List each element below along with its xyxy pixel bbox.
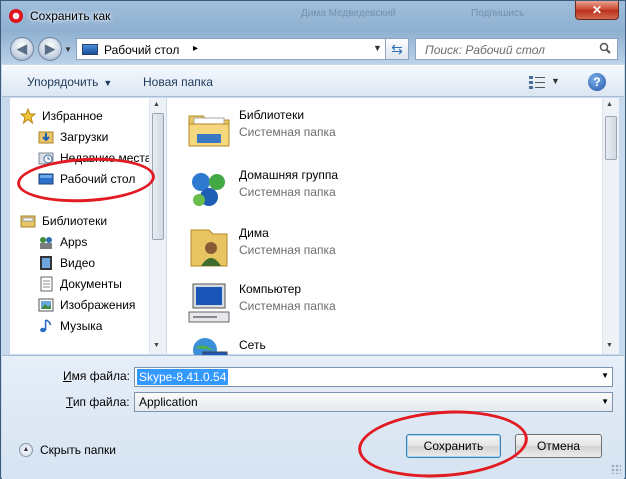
file-list-scrollbar[interactable]: ▲ ▼ — [602, 98, 619, 354]
video-icon — [40, 256, 52, 270]
back-button[interactable]: ◀ — [10, 37, 34, 61]
pictures-icon — [38, 298, 54, 312]
sidebar-item-label: Видео — [60, 256, 96, 270]
item-type: Системная папка — [239, 243, 336, 257]
sidebar-item-label: Изображения — [60, 298, 136, 312]
filename-value[interactable]: Skype-8.41.0.54 — [137, 369, 229, 385]
sidebar-item-label: Документы — [60, 277, 122, 291]
search-input[interactable]: Поиск: Рабочий стол — [425, 43, 545, 57]
address-location[interactable]: Рабочий стол — [104, 43, 179, 57]
chevron-down-icon[interactable]: ▼ — [601, 371, 609, 380]
scroll-up-icon[interactable]: ▲ — [153, 101, 160, 108]
apps-icon — [40, 237, 52, 249]
organize-menu[interactable]: Упорядочить ▼ — [27, 75, 112, 89]
background-title-1: Дима Медведевский — [301, 8, 396, 19]
search-box[interactable]: Поиск: Рабочий стол — [415, 38, 618, 60]
search-icon — [599, 42, 611, 54]
scroll-up-icon[interactable]: ▲ — [606, 101, 613, 108]
item-type: Системная папка — [239, 185, 336, 199]
item-name: Дима — [239, 226, 269, 240]
sidebar-item-label: Недавние места — [60, 151, 152, 165]
chevron-down-icon: ▼ — [103, 78, 113, 88]
opera-logo-icon — [9, 9, 23, 23]
filename-label: Имя файла: — [63, 369, 130, 383]
sidebar-item-label: Загрузки — [60, 130, 109, 144]
scroll-down-icon[interactable]: ▼ — [606, 342, 613, 349]
desktop-icon — [82, 44, 98, 55]
item-name: Сеть — [239, 338, 266, 352]
sidebar-scroll-thumb[interactable] — [152, 113, 164, 240]
close-button[interactable]: ✕ — [575, 1, 619, 20]
filetype-value: Application — [139, 395, 198, 409]
item-name: Домашняя группа — [239, 168, 339, 182]
sidebar-item-label: Музыка — [60, 319, 103, 333]
address-bar[interactable]: Рабочий стол ▸ ▼ — [76, 38, 409, 60]
file-list-scroll-thumb[interactable] — [605, 116, 617, 160]
filetype-select[interactable]: Application ▼ — [134, 392, 613, 412]
sidebar-item-label: Библиотеки — [42, 214, 108, 228]
hide-folders-label: Скрыть папки — [40, 443, 116, 457]
chevron-down-icon[interactable]: ▼ — [601, 397, 609, 406]
background-title-2: Подпишись — [471, 8, 525, 19]
cancel-button[interactable]: Отмена — [515, 434, 602, 458]
sidebar-item-label: Рабочий стол — [60, 172, 136, 186]
save-as-dialog: Сохранить как Дима Медведевский Подпишис… — [0, 0, 626, 479]
recent-places-icon — [38, 152, 54, 165]
forward-button[interactable]: ▶ — [38, 37, 62, 61]
libraries-icon — [20, 215, 36, 228]
documents-icon — [40, 276, 53, 292]
chevron-up-icon: ▲ — [19, 443, 33, 457]
sidebar-item-label: Apps — [60, 235, 88, 249]
list-item[interactable]: Домашняя группа Системная папка — [167, 162, 597, 216]
homegroup-icon — [192, 173, 225, 206]
desktop-icon — [38, 173, 54, 185]
list-item[interactable]: Компьютер Системная папка — [167, 276, 597, 330]
item-name: Библиотеки — [239, 108, 305, 122]
navigation-pane: Избранное Загрузки Недавние места Рабочи… — [10, 98, 165, 354]
refresh-button[interactable]: ⇆ — [385, 38, 409, 60]
filetype-label: Тип файла: — [66, 395, 130, 409]
list-item[interactable]: Библиотеки Системная папка — [167, 102, 597, 156]
user-folder-icon — [190, 229, 228, 267]
music-icon — [40, 319, 52, 333]
sidebar-item-label: Избранное — [42, 109, 103, 123]
item-type: Системная папка — [239, 125, 336, 139]
address-dropdown-icon[interactable]: ▼ — [373, 43, 382, 53]
help-button[interactable]: ? — [588, 73, 606, 91]
command-toolbar: Упорядочить ▼ Новая папка ▼ ? — [2, 65, 624, 97]
scroll-down-icon[interactable]: ▼ — [153, 342, 160, 349]
sidebar-scrollbar[interactable]: ▲ ▼ — [149, 98, 166, 354]
item-name: Компьютер — [239, 282, 302, 296]
view-options-icon[interactable] — [529, 75, 545, 89]
new-folder-button[interactable]: Новая папка — [143, 75, 213, 89]
window-title: Сохранить как — [30, 9, 111, 23]
filename-field[interactable]: Skype-8.41.0.54 ▼ — [134, 367, 613, 387]
breadcrumb-arrow-icon[interactable]: ▸ — [193, 43, 198, 54]
list-item[interactable]: Дима Системная папка — [167, 220, 597, 274]
title-bar[interactable]: Сохранить как Дима Медведевский Подпишис… — [1, 1, 625, 31]
star-icon — [20, 108, 36, 124]
computer-icon — [188, 283, 230, 323]
libraries-folder-icon — [188, 115, 230, 147]
save-button[interactable]: Сохранить — [406, 434, 501, 458]
view-dropdown-icon[interactable]: ▼ — [551, 76, 560, 86]
item-type: Системная папка — [239, 299, 336, 313]
resize-grip[interactable] — [611, 464, 621, 474]
downloads-icon — [38, 131, 54, 144]
history-dropdown-icon[interactable]: ▼ — [64, 45, 72, 54]
